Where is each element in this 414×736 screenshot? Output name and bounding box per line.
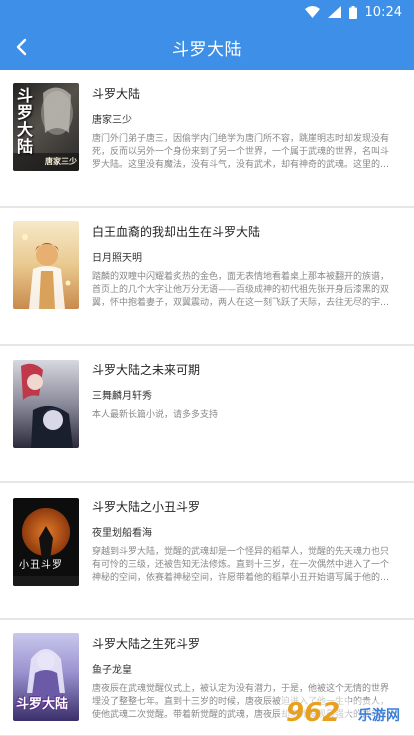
book-title[interactable]: 斗罗大陆之未来可期 bbox=[92, 362, 392, 378]
book-list[interactable]: 斗 罗 大 陆 唐家三少 斗罗大陆 唐家三少 唐门外门弟子唐三，因偷学内门绝学为… bbox=[0, 70, 414, 736]
status-time: 10:24 bbox=[364, 4, 402, 20]
cover-title: 小丑斗罗 bbox=[19, 560, 63, 571]
cover-caption: 唐家三少 bbox=[45, 157, 77, 166]
book-description: 唐夜辰在武魂觉醒仪式上，被认定为没有潜力，于是，他被这个无情的世界埋没了整整七年… bbox=[92, 684, 390, 720]
cover-title: 斗 罗 大 陆 bbox=[17, 86, 34, 156]
book-title[interactable]: 斗罗大陆之小丑斗罗 bbox=[92, 499, 392, 515]
book-description: 本人最新长篇小说，请多多支持 bbox=[92, 410, 219, 420]
book-title[interactable]: 斗罗大陆之生死斗罗 bbox=[92, 636, 392, 652]
book-author: 鱼子龙皇 bbox=[92, 665, 132, 676]
list-item[interactable]: 白王血裔的我却出生在斗罗大陆 日月照天明 踏麟的双瞳中闪耀着炙热的金色，面无表情… bbox=[0, 207, 414, 345]
back-button[interactable] bbox=[14, 24, 38, 70]
list-item[interactable]: 小丑斗罗 斗罗大陆之小丑斗罗 夜里划船看海 穿越到斗罗大陆，觉醒的武魂却是一个怪… bbox=[0, 482, 414, 619]
chevron-left-icon bbox=[16, 38, 27, 56]
wifi-icon bbox=[304, 6, 320, 18]
book-cover bbox=[13, 221, 79, 309]
book-description: 踏麟的双瞳中闪耀着炙热的金色，面无表情地看着桌上那本被翻开的族谱，首页上的几个大… bbox=[92, 272, 390, 308]
list-item[interactable]: 斗罗大陆之未来可期 三舞麟月轩秀 本人最新长篇小说，请多多支持 bbox=[0, 345, 414, 482]
book-cover: 小丑斗罗 bbox=[13, 498, 79, 586]
book-cover bbox=[13, 360, 79, 448]
book-author: 日月照天明 bbox=[92, 253, 142, 264]
book-description: 唐门外门弟子唐三，因偷学内门绝学为唐门所不容，跳崖明志时却发现没有死，反而以另外… bbox=[92, 134, 390, 170]
signal-icon bbox=[327, 6, 341, 18]
book-author: 夜里划船看海 bbox=[92, 528, 152, 539]
book-author: 唐家三少 bbox=[92, 115, 132, 126]
book-title[interactable]: 白王血裔的我却出生在斗罗大陆 bbox=[92, 224, 392, 240]
battery-icon bbox=[348, 5, 357, 19]
page-title: 斗罗大陆 bbox=[172, 39, 242, 60]
status-bar: 10:24 bbox=[0, 0, 414, 24]
book-cover: 斗 罗 大 陆 唐家三少 bbox=[13, 83, 79, 171]
list-item[interactable]: 斗 罗 大 陆 唐家三少 斗罗大陆 唐家三少 唐门外门弟子唐三，因偷学内门绝学为… bbox=[0, 70, 414, 207]
book-author: 三舞麟月轩秀 bbox=[92, 391, 152, 402]
book-description: 穿越到斗罗大陆，觉醒的武魂却是一个怪异的稻草人，觉醒的先天魂力也只有可怜的三级，… bbox=[92, 547, 390, 583]
cover-title: 斗罗大陆 bbox=[16, 697, 69, 712]
book-title[interactable]: 斗罗大陆 bbox=[92, 86, 392, 102]
app-bar: 斗罗大陆 bbox=[0, 24, 414, 70]
book-cover: 斗罗大陆 bbox=[13, 633, 79, 721]
list-item[interactable]: 斗罗大陆 斗罗大陆之生死斗罗 鱼子龙皇 唐夜辰在武魂觉醒仪式上，被认定为没有潜力… bbox=[0, 619, 414, 736]
